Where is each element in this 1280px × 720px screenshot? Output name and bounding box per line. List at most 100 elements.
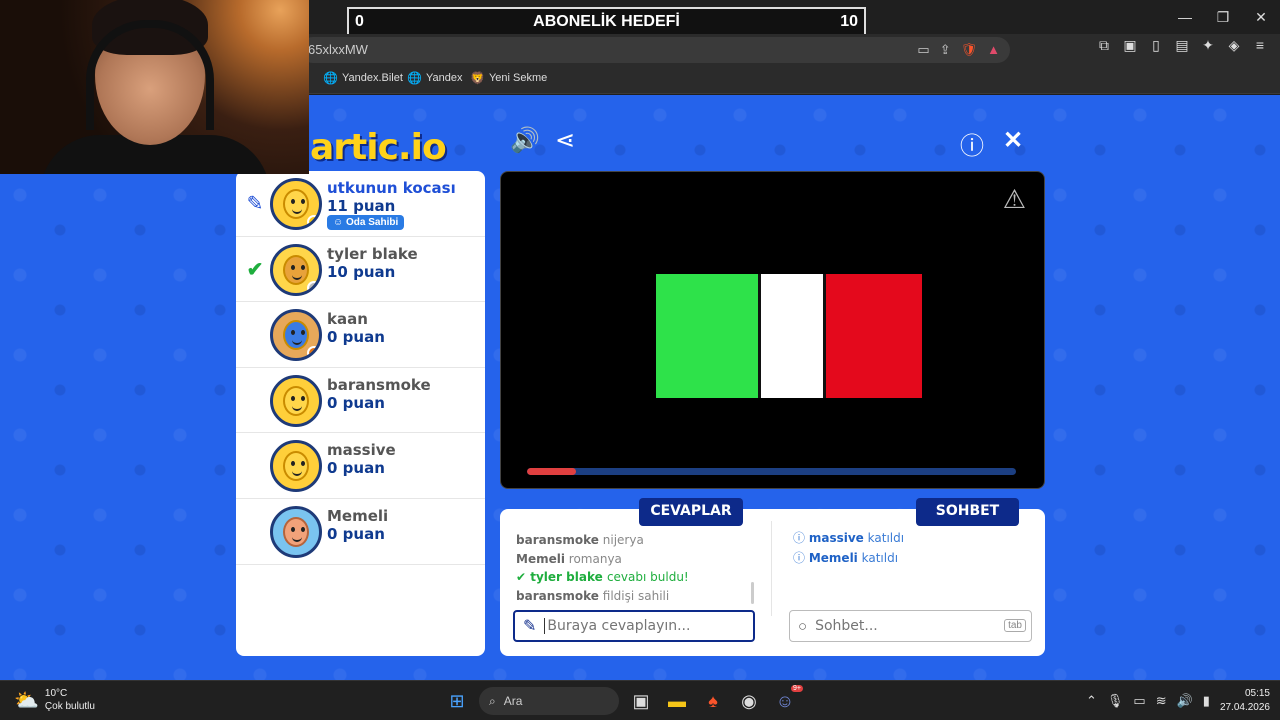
player-row[interactable]: ✎ utkunun kocası 11 puan ☺ Oda Sahibi [236, 171, 485, 237]
task-view-icon[interactable]: ▣ [627, 687, 655, 715]
player-name: massive [327, 441, 396, 460]
tab-key-hint: tab [1004, 619, 1026, 632]
info-icon[interactable]: ⓘ [960, 126, 984, 161]
temperature: 10°C [44, 688, 68, 699]
taskbar-search[interactable]: ⌕ Ara [479, 687, 619, 715]
player-row[interactable]: kaan 0 puan [236, 302, 485, 368]
volume-icon[interactable]: 🔊 [1177, 693, 1193, 709]
goal-target: 10 [840, 12, 858, 30]
subscriber-goal-bar: 0 ABONELİK HEDEFİ 10 [347, 7, 866, 36]
discord-icon[interactable]: ☺ 9+ [771, 685, 803, 715]
avatar [270, 440, 322, 493]
close-window-button[interactable]: ✕ [1242, 0, 1280, 34]
bookmark-yandex-bilet[interactable]: 🌐 Yandex.Bilet [323, 71, 403, 85]
search-icon: ⌕ [489, 693, 496, 708]
answers-scrollbar[interactable] [751, 582, 754, 604]
leo-ai-icon[interactable]: ✦ [1200, 37, 1216, 54]
share-icon[interactable]: ⇪ [940, 37, 951, 63]
tab-answers[interactable]: CEVAPLAR [639, 498, 743, 526]
wallet-icon[interactable]: ▤ [1174, 37, 1190, 54]
avatar [270, 243, 322, 296]
notification-icon[interactable]: ▭ [1133, 693, 1145, 709]
goal-title: ABONELİK HEDEFİ [533, 12, 680, 30]
goal-current: 0 [355, 12, 364, 30]
check-icon: ✔ [516, 570, 527, 584]
chevron-up-icon[interactable]: ⌃ [1086, 693, 1097, 709]
cloud-icon: ⛅ [14, 689, 39, 712]
info-icon: ⓘ [793, 551, 806, 565]
round-timer-bar [527, 468, 1016, 475]
extensions-icon[interactable]: ⧉ [1096, 37, 1112, 54]
check-icon: ✔ [246, 258, 264, 281]
headset [86, 20, 214, 130]
list-item: ⓘ massive katıldı [793, 531, 905, 545]
windows-start-icon[interactable]: ⊞ [443, 687, 471, 715]
chat-input[interactable] [815, 618, 986, 634]
clock[interactable]: 05:15 27.04.2026 [1220, 687, 1270, 715]
cast-icon[interactable]: ▭ [917, 37, 929, 63]
microphone-icon[interactable]: 🎙 [1107, 693, 1124, 709]
round-timer-fill [527, 468, 576, 475]
list-item: ✔ tyler blake cevabı buldu! [516, 570, 689, 584]
sound-icon[interactable]: 🔊 [510, 126, 540, 155]
minimize-button[interactable]: — [1166, 0, 1204, 34]
bookmark-yeni-sekme[interactable]: 🦁 Yeni Sekme [470, 71, 547, 85]
player-list: ✎ utkunun kocası 11 puan ☺ Oda Sahibi ✔ … [236, 171, 485, 656]
panel-divider [771, 521, 772, 616]
brave-icon: 🦁 [470, 71, 485, 85]
answer-input-box[interactable]: ✎ [513, 610, 755, 642]
brave-browser-icon[interactable]: ♠ [699, 687, 727, 715]
share-icon[interactable]: ⋖ [555, 126, 575, 155]
window-controls: — ❐ ✕ [1166, 0, 1280, 34]
menu-icon[interactable]: ≡ [1252, 37, 1268, 54]
answers-chat-panel: baransmoke nijerya Memeli romanya ✔ tyle… [500, 509, 1045, 656]
sidebar-icon[interactable]: ▯ [1148, 37, 1164, 54]
url-text: 65xlxxMW [308, 42, 368, 57]
player-row[interactable]: massive 0 puan [236, 433, 485, 499]
player-name: baransmoke [327, 375, 431, 394]
player-score: 0 puan [327, 328, 385, 347]
report-warning-icon[interactable]: ⚠ [1003, 184, 1026, 215]
brave-shield-icon[interactable]: 🛡 [961, 37, 978, 63]
list-item: ⓘ Memeli katıldı [793, 551, 899, 565]
tab-chat[interactable]: SOHBET [916, 498, 1019, 526]
vpn-icon[interactable]: ◈ [1226, 37, 1242, 54]
wifi-icon[interactable]: ≋ [1156, 693, 1167, 709]
player-row[interactable]: ✔ tyler blake 10 puan [236, 237, 485, 303]
url-field[interactable]: 65xlxxMW ▭ ⇪ 🛡 ▲ [300, 37, 1010, 63]
avatar [270, 374, 322, 427]
reader-icon[interactable]: ▣ [1122, 37, 1138, 54]
player-row[interactable]: baransmoke 0 puan [236, 368, 485, 434]
player-row[interactable]: Memeli 0 puan [236, 499, 485, 565]
drawing-canvas[interactable]: ⚠ [500, 171, 1045, 489]
webcam-overlay [0, 0, 309, 174]
avatar [270, 309, 322, 362]
obs-icon[interactable]: ◉ [735, 687, 763, 715]
avatar [270, 178, 322, 230]
player-name: kaan [327, 310, 368, 329]
status-dot [307, 280, 319, 293]
globe-icon: 🌐 [407, 71, 422, 85]
maximize-button[interactable]: ❐ [1204, 0, 1242, 34]
player-score: 0 puan [327, 524, 385, 543]
pencil-icon: ✎ [246, 193, 264, 215]
room-owner-badge: ☺ Oda Sahibi [327, 215, 405, 230]
close-icon[interactable]: ✕ [1003, 126, 1023, 155]
bookmark-yandex[interactable]: 🌐 Yandex [407, 71, 462, 85]
chat-input-box[interactable]: ○ tab [789, 610, 1032, 642]
answer-input[interactable] [544, 618, 715, 634]
status-dot [307, 346, 319, 359]
game-logo[interactable]: artic.io [310, 127, 447, 168]
battery-icon[interactable]: ▮ [1203, 693, 1210, 709]
pencil-icon: ✎ [523, 618, 537, 635]
avatar [270, 505, 322, 558]
player-name: Memeli [327, 506, 389, 525]
brave-rewards-icon[interactable]: ▲ [987, 37, 1000, 63]
player-name: tyler blake [327, 244, 418, 263]
file-explorer-icon[interactable]: ▬ [663, 687, 691, 715]
player-score: 0 puan [327, 459, 385, 478]
weather-widget[interactable]: ⛅ 10°C Çok bulutlu [14, 687, 95, 713]
search-icon: ○ [798, 617, 808, 635]
discord-badge: 9+ [791, 685, 803, 692]
globe-icon: 🌐 [323, 71, 338, 85]
